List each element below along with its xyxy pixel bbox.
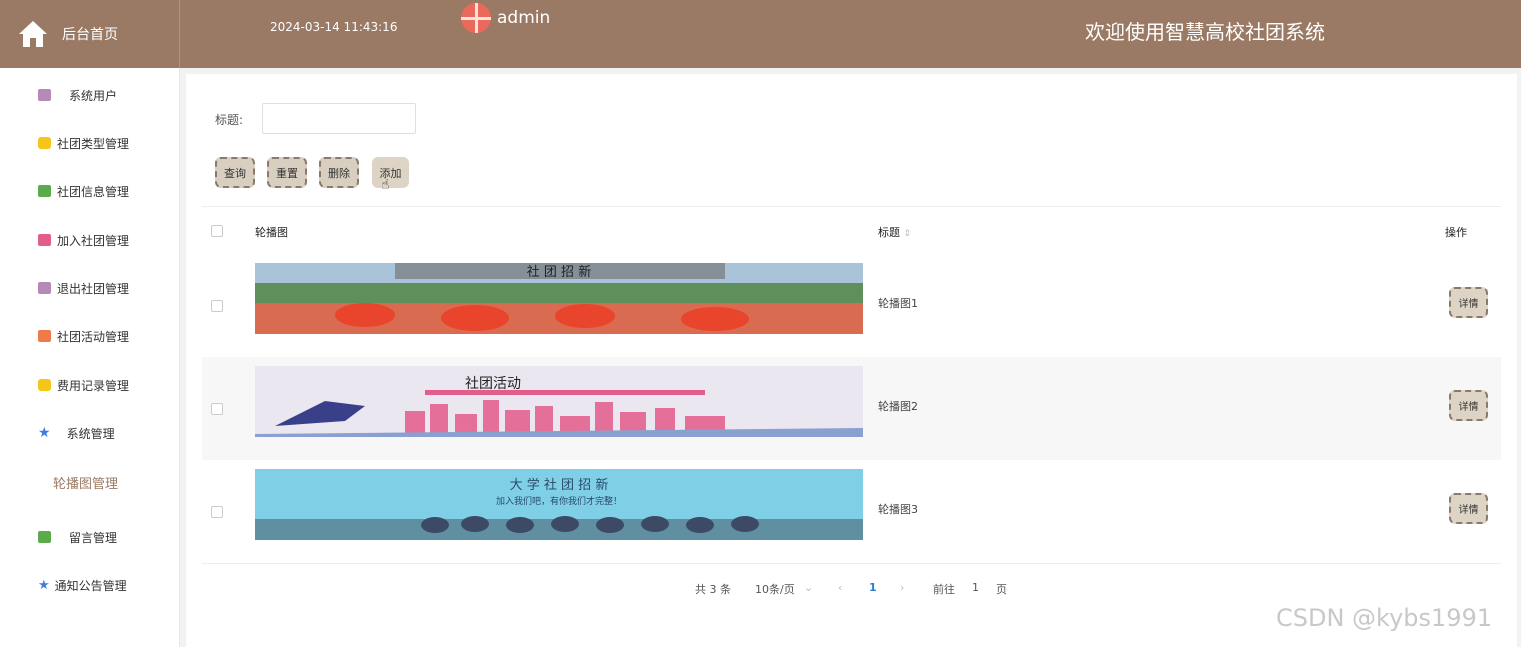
cube-icon [38, 137, 51, 149]
pagination-total: 共 3 条 [695, 583, 731, 596]
sidebar-item-quit-club[interactable]: 退出社团管理 [0, 268, 179, 308]
column-header-title[interactable]: 标题 ⇕ [878, 224, 911, 240]
star-icon: ★ [38, 425, 51, 441]
sidebar-item-club-info[interactable]: 社团信息管理 [0, 171, 179, 211]
row-title: 轮播图3 [878, 503, 918, 516]
table-row: 社 团 招 新 轮播图1 详情 [202, 254, 1501, 357]
table-row: 大 学 社 团 招 新 加入我们吧，有你我们才完整！ 轮播图3 详情 [202, 460, 1501, 563]
sidebar-item-label: 退出社团管理 [57, 281, 130, 296]
goto-prefix: 前往 [933, 583, 955, 596]
reset-button[interactable]: 重置 [267, 157, 307, 188]
archive-icon [38, 282, 51, 294]
sidebar-item-label: 留言管理 [69, 530, 118, 545]
star-icon: ★ [38, 577, 50, 593]
cube-icon [38, 379, 51, 391]
sidebar-item-club-types[interactable]: 社团类型管理 [0, 123, 179, 163]
current-page[interactable]: 1 [869, 581, 877, 594]
sidebar-item-messages[interactable]: 留言管理 [0, 517, 179, 557]
chat-icon [38, 185, 51, 197]
chat-icon [38, 531, 51, 543]
banner-image: 社团活动 [255, 366, 863, 437]
home-label: 后台首页 [62, 27, 118, 43]
clipboard-icon [38, 234, 51, 246]
row-title: 轮播图1 [878, 297, 918, 310]
datetime-display: 2024-03-14 11:43:16 [270, 20, 398, 34]
banner-subtext: 加入我们吧，有你我们才完整！ [496, 495, 622, 507]
sidebar-item-system-management[interactable]: ★ 系统管理 [0, 413, 179, 453]
detail-button[interactable]: 详情 [1449, 287, 1488, 318]
sidebar-item-notices[interactable]: ★ 通知公告管理 [0, 565, 179, 605]
select-all-checkbox[interactable] [211, 225, 223, 237]
table-row: 社团活动 轮播图2 详情 [202, 357, 1501, 460]
sidebar-item-label: 社团类型管理 [57, 136, 130, 151]
sidebar-item-fee-records[interactable]: 费用记录管理 [0, 365, 179, 405]
chevron-down-icon[interactable]: ⌄ [804, 581, 813, 594]
row-title: 轮播图2 [878, 400, 918, 413]
sidebar-item-club-activities[interactable]: 社团活动管理 [0, 316, 179, 356]
column-header-action: 操作 [1445, 226, 1467, 239]
banner-table: 轮播图 标题 ⇕ 操作 社 团 招 新 轮播图1 详情 社团活动 轮播图2 详情… [202, 206, 1501, 564]
avatar[interactable] [461, 3, 491, 33]
sidebar-item-label: 费用记录管理 [57, 378, 130, 393]
banner-text: 社 团 招 新 [527, 264, 591, 280]
row-checkbox[interactable] [211, 300, 223, 312]
detail-button[interactable]: 详情 [1449, 493, 1488, 524]
watermark: CSDN @kybs1991 [1276, 604, 1493, 632]
sidebar-item-label: 系统管理 [66, 426, 115, 441]
hand-cursor-icon: ☝ [381, 177, 390, 193]
sidebar: 系统用户 社团类型管理 社团信息管理 加入社团管理 退出社团管理 社团活动管理 … [0, 68, 180, 647]
row-checkbox[interactable] [211, 506, 223, 518]
sort-icon[interactable]: ⇕ [904, 229, 912, 239]
banner-image: 社 团 招 新 [255, 263, 863, 334]
sidebar-item-system-users[interactable]: 系统用户 [0, 75, 179, 115]
query-button[interactable]: 查询 [215, 157, 255, 188]
add-button[interactable]: 添加 [372, 157, 409, 188]
sidebar-item-label: 系统用户 [69, 88, 118, 103]
banner-text: 大 学 社 团 招 新 [510, 477, 609, 493]
table-header: 轮播图 标题 ⇕ 操作 [202, 207, 1501, 254]
next-page-icon[interactable]: › [900, 581, 904, 594]
row-checkbox[interactable] [211, 403, 223, 415]
goto-suffix: 页 [996, 583, 1007, 596]
top-header: 后台首页 2024-03-14 11:43:16 admin 欢迎使用智慧高校社… [0, 0, 1521, 68]
banner-text: 社团活动 [465, 376, 521, 392]
column-header-image: 轮播图 [255, 226, 288, 239]
sidebar-item-label: 轮播图管理 [53, 476, 119, 492]
page-size-select[interactable]: 10条/页 [755, 581, 795, 597]
goto-page-input[interactable]: 1 [972, 581, 979, 594]
sidebar-item-label: 社团活动管理 [57, 329, 130, 344]
column-header-title-label: 标题 [878, 226, 900, 239]
main-panel: 标题: 查询 重置 删除 添加 ☝ 轮播图 标题 ⇕ 操作 社 团 招 新 轮播… [186, 74, 1517, 647]
username[interactable]: admin [497, 8, 550, 28]
sidebar-item-label: 社团信息管理 [57, 184, 130, 199]
sidebar-item-label: 加入社团管理 [57, 233, 130, 248]
banner-image: 大 学 社 团 招 新 加入我们吧，有你我们才完整！ [255, 469, 863, 540]
prev-page-icon[interactable]: ‹ [838, 581, 842, 594]
delete-button[interactable]: 删除 [319, 157, 359, 188]
title-search-input[interactable] [262, 103, 416, 134]
sidebar-item-banner-management[interactable]: 轮播图管理 [0, 462, 179, 502]
grid-icon [38, 330, 51, 342]
archive-icon [38, 89, 51, 101]
search-label: 标题: [215, 113, 244, 127]
sidebar-item-label: 通知公告管理 [54, 578, 127, 593]
home-icon [19, 21, 47, 47]
home-link[interactable]: 后台首页 [0, 0, 180, 68]
detail-button[interactable]: 详情 [1449, 390, 1488, 421]
sidebar-item-join-club[interactable]: 加入社团管理 [0, 220, 179, 260]
site-title: 欢迎使用智慧高校社团系统 [1085, 20, 1325, 44]
